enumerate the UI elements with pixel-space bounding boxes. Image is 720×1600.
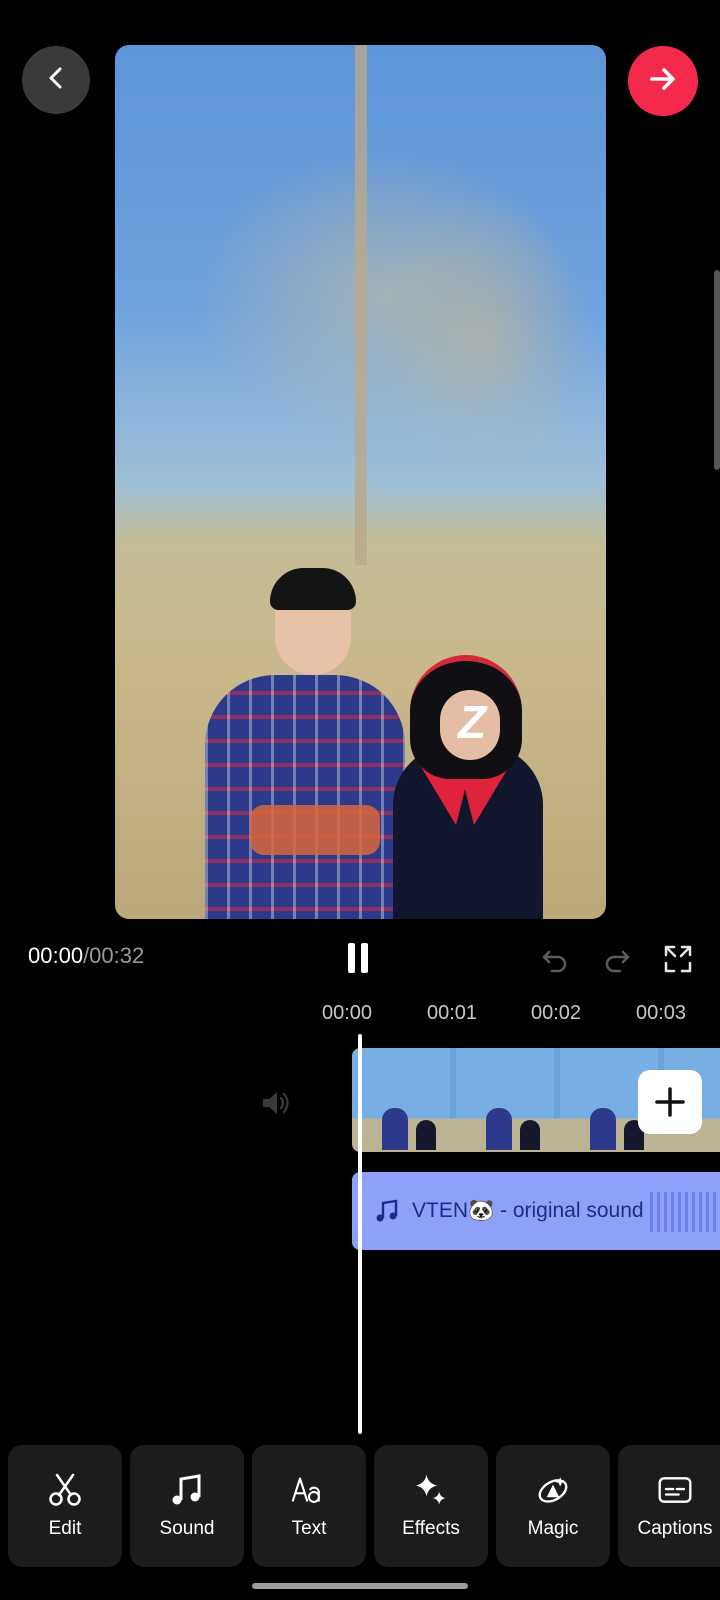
toolbar-text-button[interactable]: Text bbox=[252, 1445, 366, 1567]
toolbar-effects-button[interactable]: Effects bbox=[374, 1445, 488, 1567]
clip-frame-figure bbox=[520, 1120, 540, 1150]
home-indicator[interactable] bbox=[252, 1583, 468, 1589]
music-note-icon bbox=[169, 1472, 205, 1508]
undo-button[interactable] bbox=[540, 944, 570, 974]
toolbar-edit-button[interactable]: Edit bbox=[8, 1445, 122, 1567]
clip-frame-figure bbox=[382, 1108, 408, 1150]
preview-person bbox=[205, 675, 405, 919]
audio-track-label: VTEN🐼 - original sound bbox=[412, 1199, 644, 1222]
music-note-icon bbox=[376, 1199, 398, 1222]
magic-icon bbox=[535, 1472, 571, 1508]
next-button[interactable] bbox=[628, 46, 698, 116]
pause-icon bbox=[348, 943, 368, 973]
pause-button[interactable] bbox=[347, 943, 369, 973]
chevron-left-icon bbox=[43, 65, 69, 96]
text-aa-icon bbox=[291, 1472, 327, 1508]
track-mute-button[interactable] bbox=[260, 1088, 292, 1118]
clip-frame-figure bbox=[486, 1108, 512, 1150]
fullscreen-button[interactable] bbox=[663, 944, 693, 974]
toolbar-label: Effects bbox=[402, 1518, 460, 1539]
ruler-tick: 00:00 bbox=[322, 1002, 373, 1024]
toolbar-magic-button[interactable]: Magic bbox=[496, 1445, 610, 1567]
current-time: 00:00 bbox=[28, 943, 84, 968]
toolbar-label: Text bbox=[291, 1518, 327, 1539]
toolbar-label: Edit bbox=[48, 1518, 82, 1539]
side-scroll-indicator bbox=[714, 270, 720, 470]
sticker-overlay[interactable]: Z bbox=[442, 697, 502, 747]
toolbar-label: Magic bbox=[527, 1518, 579, 1539]
total-time: /00:32 bbox=[83, 943, 145, 968]
time-display: 00:00/00:32 bbox=[28, 943, 144, 969]
speaker-icon bbox=[263, 1092, 289, 1114]
preview-tree-trunk bbox=[355, 45, 367, 565]
video-preview[interactable]: Z bbox=[115, 45, 606, 919]
ruler-tick: 00:03 bbox=[636, 1002, 687, 1024]
scissors-icon bbox=[47, 1472, 83, 1508]
audio-track[interactable]: VTEN🐼 - original sound bbox=[352, 1172, 720, 1250]
clip-frame-figure bbox=[590, 1108, 616, 1150]
preview-tree bbox=[375, 195, 595, 475]
fullscreen-icon bbox=[664, 945, 692, 973]
plus-icon bbox=[655, 1087, 685, 1117]
playhead[interactable] bbox=[358, 1034, 362, 1434]
arrow-right-icon bbox=[647, 63, 679, 100]
audio-waveform bbox=[650, 1192, 720, 1232]
toolbar-sound-button[interactable]: Sound bbox=[130, 1445, 244, 1567]
toolbar-captions-button[interactable]: Captions bbox=[618, 1445, 720, 1567]
preview-person-hair bbox=[270, 568, 356, 610]
ruler-tick: 00:02 bbox=[531, 1002, 582, 1024]
toolbar-label: Sound bbox=[159, 1518, 215, 1539]
ruler-tick: 00:01 bbox=[427, 1002, 478, 1024]
clip-frame-figure bbox=[416, 1120, 436, 1150]
captions-icon bbox=[657, 1472, 693, 1508]
toolbar-label: Captions bbox=[637, 1518, 713, 1539]
add-clip-button[interactable] bbox=[638, 1070, 702, 1134]
sparkle-icon bbox=[413, 1472, 449, 1508]
redo-icon bbox=[605, 950, 630, 973]
undo-icon bbox=[542, 950, 567, 973]
redo-button[interactable] bbox=[602, 944, 632, 974]
back-button[interactable] bbox=[22, 46, 90, 114]
preview-person-arms bbox=[250, 805, 380, 855]
